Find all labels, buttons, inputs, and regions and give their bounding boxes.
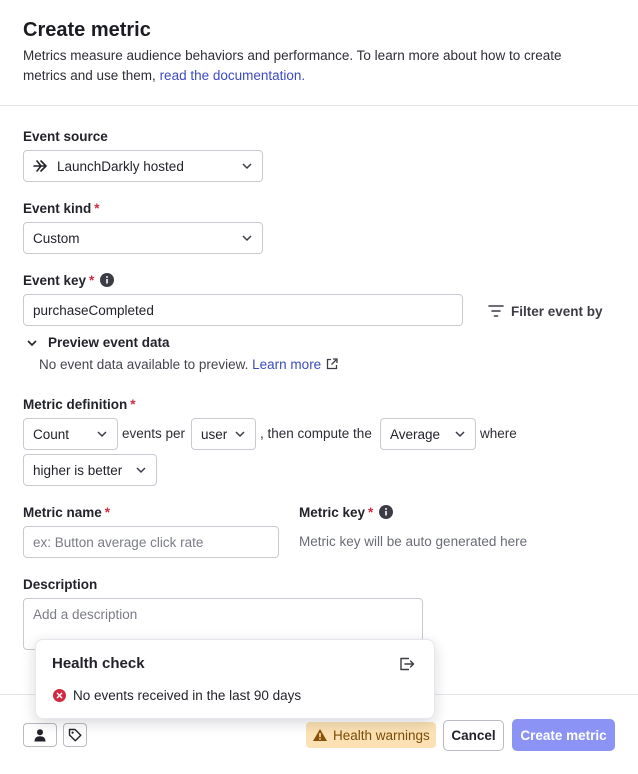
metric-name-placeholder: ex: Button average click rate xyxy=(33,534,204,550)
chevron-down-icon xyxy=(241,232,253,244)
info-icon[interactable] xyxy=(379,505,394,522)
health-check-title: Health check xyxy=(52,655,145,672)
documentation-link[interactable]: read the documentation. xyxy=(160,68,306,83)
modal-header: Create metric Metrics measure audience b… xyxy=(0,0,638,106)
learn-more-link[interactable]: Learn more xyxy=(252,357,338,372)
preview-event-data-toggle[interactable]: Preview event data xyxy=(26,335,170,350)
measure-value: Count xyxy=(33,426,70,442)
page-title: Create metric xyxy=(23,19,151,41)
event-source-value: LaunchDarkly hosted xyxy=(57,158,184,174)
event-source-label: Event source xyxy=(23,129,108,144)
chevron-down-icon xyxy=(241,160,253,172)
metric-name-input[interactable]: ex: Button average click rate xyxy=(23,526,279,558)
required-marker: * xyxy=(104,505,111,520)
measure-select[interactable]: Count xyxy=(23,418,118,450)
required-marker: * xyxy=(130,397,136,412)
chevron-down-icon xyxy=(234,428,246,440)
description-placeholder: Add a description xyxy=(33,607,138,622)
event-key-label: Event key * xyxy=(23,273,115,290)
arrow-right-icon xyxy=(33,159,49,173)
event-kind-label: Event kind * xyxy=(23,201,100,216)
create-metric-button[interactable]: Create metric xyxy=(512,719,615,751)
tags-button[interactable] xyxy=(63,723,87,747)
maintainer-button[interactable] xyxy=(23,723,57,747)
metric-name-label: Metric name * xyxy=(23,505,111,520)
error-icon xyxy=(53,689,66,702)
health-warnings-button[interactable]: Health warnings xyxy=(306,722,436,748)
unit-select[interactable]: user xyxy=(191,418,256,450)
event-source-select[interactable]: LaunchDarkly hosted xyxy=(23,150,263,182)
filter-event-button[interactable]: Filter event by xyxy=(488,301,603,321)
user-icon xyxy=(33,728,47,742)
chevron-down-icon xyxy=(454,428,466,440)
warning-icon xyxy=(312,728,328,742)
health-check-item: No events received in the last 90 days xyxy=(53,688,301,703)
description-label: Description xyxy=(23,577,98,592)
info-icon[interactable] xyxy=(100,273,115,290)
required-marker: * xyxy=(89,273,95,288)
required-marker: * xyxy=(94,201,100,216)
event-key-input[interactable]: purchaseCompleted xyxy=(23,294,463,326)
unit-value: user xyxy=(201,426,228,442)
event-kind-select[interactable]: Custom xyxy=(23,222,263,254)
metric-key-note: Metric key will be auto generated here xyxy=(299,534,528,549)
page-subtitle: Metrics measure audience behaviors and p… xyxy=(23,48,562,83)
metric-definition-label: Metric definition * xyxy=(23,397,136,412)
cancel-button[interactable]: Cancel xyxy=(443,720,504,751)
chevron-down-icon xyxy=(96,428,108,440)
chevron-down-icon xyxy=(135,464,147,476)
tag-icon xyxy=(68,728,82,742)
then-compute-text: , then compute the xyxy=(260,426,372,441)
aggregate-value: Average xyxy=(390,426,441,442)
event-kind-value: Custom xyxy=(33,230,80,246)
health-check-popover: Health check No events received in the l… xyxy=(35,639,435,719)
required-marker: * xyxy=(368,505,374,520)
chevron-down-icon xyxy=(26,337,38,349)
aggregate-select[interactable]: Average xyxy=(380,418,476,450)
events-per-text: events per xyxy=(122,426,186,441)
event-key-value: purchaseCompleted xyxy=(33,302,154,318)
where-text: where xyxy=(480,426,517,441)
external-link-icon xyxy=(326,358,338,370)
filter-icon xyxy=(488,305,504,317)
success-criteria-select[interactable]: higher is better xyxy=(23,454,157,486)
open-panel-icon[interactable] xyxy=(398,655,418,675)
metric-key-label: Metric key * xyxy=(299,505,394,522)
preview-empty-message: No event data available to preview. Lear… xyxy=(39,357,338,372)
success-criteria-value: higher is better xyxy=(33,462,123,478)
